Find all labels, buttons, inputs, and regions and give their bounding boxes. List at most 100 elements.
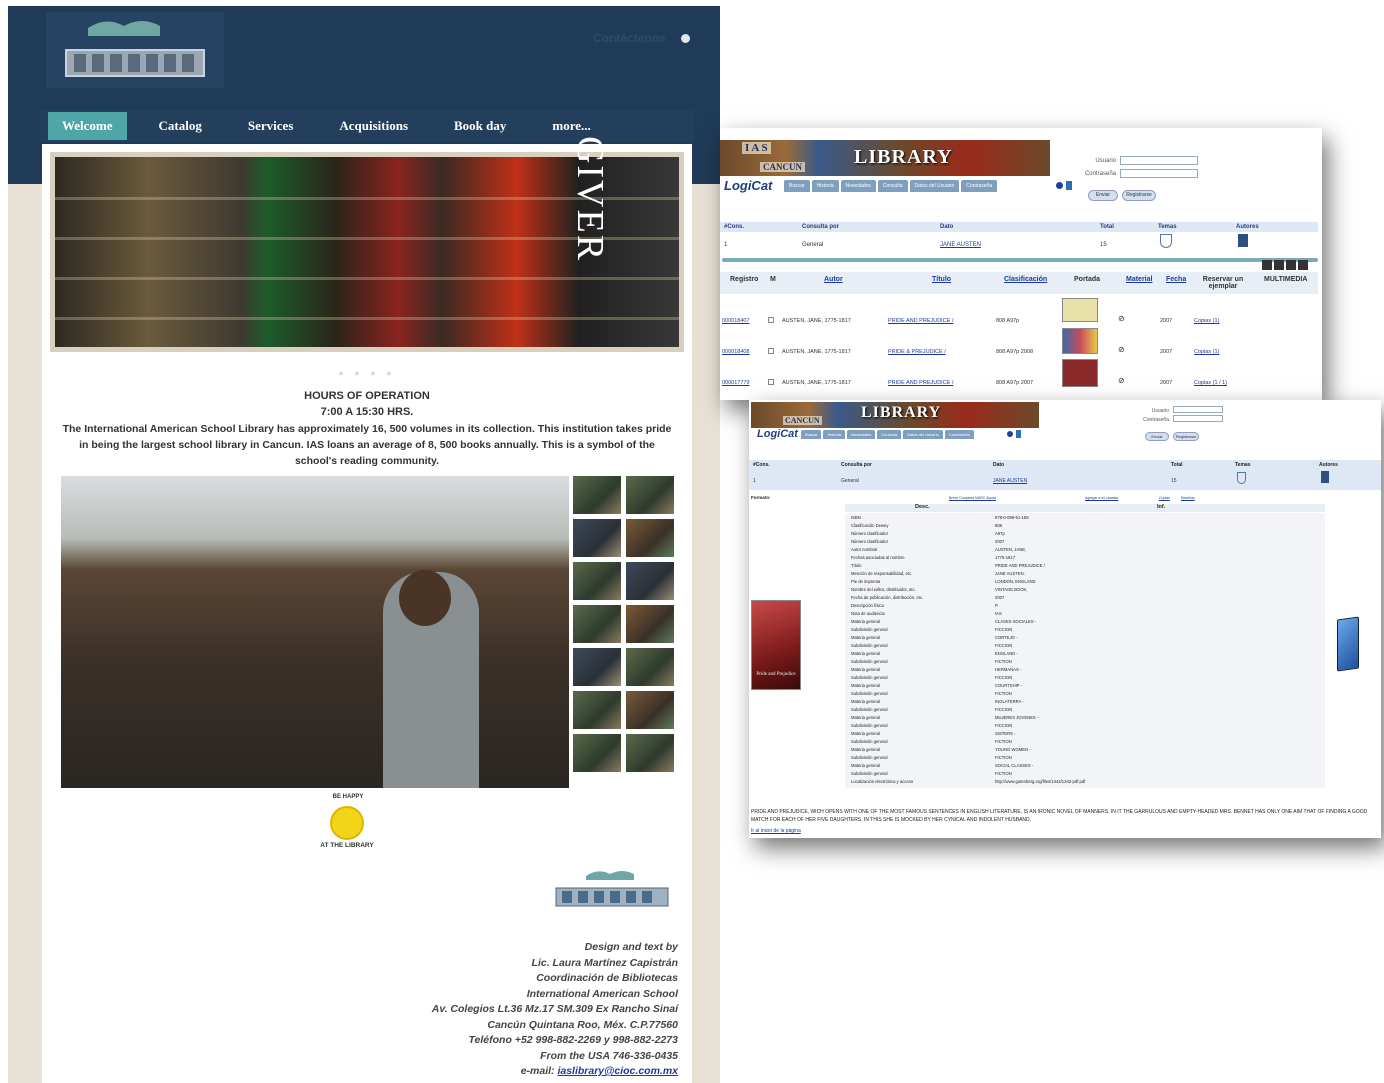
- register-button[interactable]: Registrarse: [1122, 190, 1156, 201]
- grid-col-registro[interactable]: Registro: [730, 276, 758, 283]
- row-titulo-link[interactable]: PRIDE AND PREJUDICE /: [888, 380, 953, 386]
- tab-datos-usuario[interactable]: Datos del Usuario: [909, 180, 960, 192]
- tab-consulta[interactable]: Consulta: [877, 180, 908, 192]
- thumbnail[interactable]: [626, 605, 674, 643]
- thumbnail[interactable]: [573, 476, 621, 514]
- row-autor: AUSTEN, JANE, 1775-1817: [782, 380, 851, 386]
- slider-dots[interactable]: ● ● ● ●: [42, 368, 692, 378]
- col-dato: Dato: [940, 224, 954, 230]
- record-table: [845, 513, 1325, 788]
- row-registro-link[interactable]: 000018408: [722, 349, 750, 355]
- row-checkbox[interactable]: [768, 317, 774, 323]
- grid-col-m[interactable]: M: [770, 276, 776, 283]
- help-icon[interactable]: [1007, 431, 1013, 437]
- at-the-library-text: AT THE LIBRARY: [320, 842, 374, 849]
- prev-page-icon[interactable]: [1274, 260, 1284, 270]
- main-gallery-photo[interactable]: [61, 476, 569, 788]
- grid-col-titulo[interactable]: Título: [932, 276, 951, 283]
- nav-book-day[interactable]: Book day: [440, 112, 520, 140]
- add-to-basket-link[interactable]: Agregar a mi canasta: [1085, 496, 1118, 500]
- thumbnail[interactable]: [573, 605, 621, 643]
- grid-col-material[interactable]: Material: [1126, 276, 1152, 283]
- next-page-icon[interactable]: [1286, 260, 1296, 270]
- tab-consulta[interactable]: Consulta: [877, 430, 902, 439]
- thumbnail[interactable]: [573, 734, 621, 772]
- row-titulo-link[interactable]: PRIDE AND PREJUDICE /: [888, 318, 953, 324]
- tab-datos-usuario[interactable]: Datos del Usuario: [903, 430, 943, 439]
- row-copias-link[interactable]: Copias (1): [1194, 318, 1219, 324]
- tab-historia[interactable]: Historia: [811, 180, 839, 192]
- format-options[interactable]: Breve Completa MARC Ayuda: [949, 496, 996, 500]
- enter-button[interactable]: Enviar: [1088, 190, 1118, 201]
- authors-icon[interactable]: [1238, 234, 1248, 247]
- record-field-value: 2007: [995, 539, 1005, 544]
- row-cover-thumbnail[interactable]: [1062, 359, 1098, 387]
- ebook-icon[interactable]: [1337, 616, 1359, 672]
- nav-acquisitions[interactable]: Acquisitions: [325, 112, 422, 140]
- record-field-label: Subdivisión general: [851, 643, 888, 648]
- logicat-logo[interactable]: LogiCat: [757, 428, 798, 440]
- tab-buscar[interactable]: Buscar: [801, 430, 822, 439]
- book-cover-image[interactable]: Pride and Prejudice: [751, 600, 801, 690]
- email-link[interactable]: iaslibrary@cioc.com.mx: [557, 1065, 678, 1077]
- summary-dato-link[interactable]: JANE AUSTEN: [993, 478, 1027, 484]
- copies-link[interactable]: Copias: [1159, 496, 1170, 500]
- row-copias-link[interactable]: Copias (1 / 1): [1194, 380, 1227, 386]
- nav-services[interactable]: Services: [234, 112, 307, 140]
- contact-icon[interactable]: [681, 34, 690, 43]
- thumbnail[interactable]: [573, 519, 621, 557]
- tab-novedades[interactable]: Novedades: [840, 180, 876, 192]
- tab-contrasena[interactable]: Contraseña: [944, 430, 974, 439]
- row-titulo-link[interactable]: PRIDE & PREJUDICE /: [888, 349, 946, 355]
- row-cover-thumbnail[interactable]: [1062, 298, 1098, 322]
- grid-col-clasificacion[interactable]: Clasificación: [1004, 276, 1047, 283]
- row-copias-link[interactable]: Copias (1): [1194, 349, 1219, 355]
- horizontal-scrollbar[interactable]: [722, 258, 1318, 262]
- password-input[interactable]: [1173, 415, 1223, 422]
- record-field-value: 808: [995, 523, 1002, 528]
- summary-dato-link[interactable]: JANE AUSTEN: [940, 242, 981, 248]
- tab-historia[interactable]: Historia: [823, 430, 846, 439]
- thumbnail[interactable]: [573, 648, 621, 686]
- tab-buscar[interactable]: Buscar: [784, 180, 810, 192]
- nav-welcome[interactable]: Welcome: [48, 112, 127, 140]
- row-registro-link[interactable]: 000017779: [722, 380, 750, 386]
- row-checkbox[interactable]: [768, 379, 774, 385]
- tab-novedades[interactable]: Novedades: [847, 430, 876, 439]
- exit-icon[interactable]: [1016, 430, 1021, 438]
- back-to-top-link[interactable]: Ir al inicio de la página: [751, 828, 801, 834]
- password-input[interactable]: [1120, 169, 1198, 178]
- grid-col-autor[interactable]: Autor: [824, 276, 843, 283]
- credit-line: Design and text by: [584, 941, 678, 953]
- grid-col-fecha[interactable]: Fecha: [1166, 276, 1186, 283]
- row-checkbox[interactable]: [768, 348, 774, 354]
- row-cover-thumbnail[interactable]: [1062, 328, 1098, 354]
- tab-contrasena[interactable]: Contraseña: [961, 180, 998, 192]
- thumbnail[interactable]: [626, 691, 674, 729]
- thumbnail[interactable]: [573, 562, 621, 600]
- thumbnail[interactable]: [626, 648, 674, 686]
- user-input[interactable]: [1173, 406, 1223, 413]
- help-icon[interactable]: [1056, 182, 1063, 189]
- thumbnail[interactable]: [573, 691, 621, 729]
- row-registro-link[interactable]: 000018407: [722, 318, 750, 324]
- thumbnail[interactable]: [626, 476, 674, 514]
- thumbnail[interactable]: [626, 519, 674, 557]
- record-field-value: VINTAGE BOOK,: [995, 587, 1028, 592]
- authors-icon[interactable]: [1321, 471, 1329, 483]
- thumbnail[interactable]: [626, 734, 674, 772]
- exit-icon[interactable]: [1066, 181, 1072, 190]
- thumbnail[interactable]: [626, 562, 674, 600]
- topics-book-icon[interactable]: [1237, 472, 1246, 484]
- last-page-icon[interactable]: [1298, 260, 1308, 270]
- reviews-link[interactable]: Reseñas: [1181, 496, 1195, 500]
- enter-button[interactable]: Enviar: [1145, 432, 1169, 441]
- first-page-icon[interactable]: [1262, 260, 1272, 270]
- contact-link[interactable]: Contáctenos: [593, 31, 666, 45]
- logicat-logo[interactable]: LogiCat: [724, 178, 772, 193]
- register-button[interactable]: Registrarse: [1173, 432, 1199, 441]
- topics-book-icon[interactable]: [1160, 234, 1172, 248]
- user-input[interactable]: [1120, 156, 1198, 165]
- record-col-desc: Desc.: [915, 504, 930, 510]
- nav-catalog[interactable]: Catalog: [145, 112, 216, 140]
